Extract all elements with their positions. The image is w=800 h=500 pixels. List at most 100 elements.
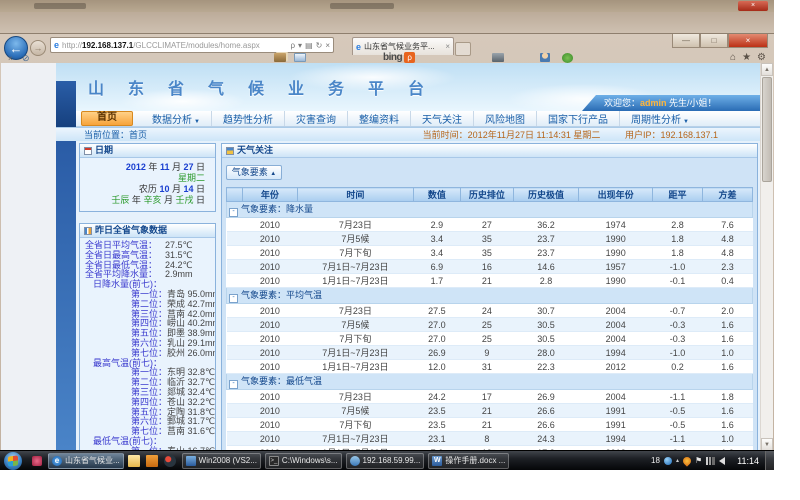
nav-item-8[interactable]: 周期性分析▼ [620,111,700,126]
maximize-button[interactable]: □ [700,34,728,48]
table-row[interactable]: 20107月下旬3.43523.719901.84.8 [227,246,753,260]
win-window-icon [186,456,196,466]
table-row[interactable]: 20107月23日27.52430.72004-0.72.0 [227,304,753,318]
collapse-icon[interactable]: - [229,208,238,217]
scroll-up-button[interactable]: ▲ [761,63,773,76]
scrollbar-thumb[interactable] [762,77,772,182]
table-row[interactable]: 20107月1日~7月23日6.91614.61957-1.02.3 [227,260,753,274]
table-group-row[interactable]: -气象要素：降水量 [227,202,753,218]
show-hidden-icons[interactable]: ▴ [676,457,679,464]
table-row[interactable]: 20107月1日~7月23日26.9928.01994-1.01.0 [227,346,753,360]
taskbar-clock[interactable]: 11:14 [737,456,759,466]
pinned-orange-app-icon[interactable] [146,455,158,467]
weather-body: 全省日平均气温：27.5℃全省日最高气温：31.5℃全省日最低气温：24.2℃全… [80,238,215,451]
table-row[interactable]: 20107月23日2.92736.219742.87.6 [227,218,753,232]
username: admin [640,98,667,108]
calendar-icon [84,147,92,155]
wallet-icon[interactable] [274,53,286,62]
pinned-app-icon[interactable] [32,456,42,466]
autocomplete-dropdown-icon[interactable]: ▾ [298,41,302,50]
community-icon[interactable] [562,53,573,63]
nav-item-5[interactable]: 天气关注 [411,111,474,126]
tools-gear-icon[interactable]: ⚙ [757,52,766,63]
tab-close-icon[interactable]: × [445,42,450,51]
network-signal-icon[interactable] [706,457,715,465]
bing-search-icon[interactable]: ρ [404,52,415,63]
col-header: 历史排位 [461,188,514,202]
site-logo-block [56,81,76,127]
nav-item-7[interactable]: 国家下行产品 [537,111,620,126]
security-app-icon[interactable] [681,455,692,466]
filter-caret-icon: ▲ [270,171,276,177]
bing-toolbar[interactable]: bing ρ [383,52,415,63]
background-window-text [34,3,86,9]
background-window-titlebar: × [0,0,774,12]
vertical-scrollbar[interactable]: ▲ ▼ [760,63,773,451]
toolbar-close-icon[interactable]: × [8,54,13,63]
search-icon[interactable]: ρ [290,41,295,50]
home-icon[interactable]: ⌂ [730,52,736,63]
camera-icon[interactable] [492,53,504,62]
table-row[interactable]: 20107月5候23.52126.61991-0.51.6 [227,404,753,418]
nav-item-6[interactable]: 风险地图 [474,111,537,126]
show-desktop-button[interactable] [765,451,774,471]
taskbar-window-button[interactable]: e山东省气候业... [48,453,124,469]
nav-item-3[interactable]: 灾害查询 [285,111,348,126]
calendar-line: 2012 年 11 月 27 日 [84,162,205,173]
background-close-button[interactable]: × [738,1,768,11]
collapse-icon[interactable]: - [229,380,238,389]
refresh-icon[interactable]: ↻ [316,41,323,50]
table-row[interactable]: 20107月下旬27.02530.52004-0.31.6 [227,332,753,346]
table-row[interactable]: 20107月下旬23.52126.61991-0.51.6 [227,418,753,432]
minimize-button[interactable]: — [672,34,700,48]
taskbar-window-button[interactable]: Win2008 (VS2... [182,453,261,469]
forward-button[interactable]: → [30,40,46,56]
mail-icon[interactable] [294,53,306,62]
table-row[interactable]: 20107月5候27.02530.52004-0.31.6 [227,318,753,332]
element-filter-button[interactable]: 气象要素 ▲ [226,165,282,180]
calendar-line: 壬辰 年 辛亥 月 壬戌 日 [84,195,205,206]
panel-title: 天气关注 [237,144,273,157]
nav-item-1[interactable]: 数据分析▼ [141,111,212,126]
explorer-icon[interactable] [128,455,140,467]
table-row[interactable]: 20101月1日~7月23日12.03122.320120.21.6 [227,360,753,374]
word-window-icon: W [432,456,442,466]
table-row[interactable]: 20107月23日24.21726.92004-1.11.8 [227,390,753,404]
stop-icon[interactable]: × [325,41,330,50]
table-group-row[interactable]: -气象要素：最低气温 [227,374,753,390]
current-time: 当前时间：2012年11月27日 11:14:31 星期二 [423,130,601,140]
col-header: 距平 [653,188,703,202]
network-globe-icon[interactable] [664,457,672,465]
calendar-body: 2012 年 11 月 27 日星期二农历 10 月 14 日壬辰 年 辛亥 月… [80,158,215,211]
taskbar-window-button[interactable]: >_C:\Windows\s... [265,453,342,469]
new-tab-button[interactable] [455,42,471,56]
page-title: 山东省气候业务平台 [88,75,448,99]
volume-icon[interactable] [719,457,725,465]
nav-item-4[interactable]: 整编资料 [348,111,411,126]
favorites-star-icon[interactable]: ★ [742,52,751,63]
table-group-row[interactable]: -气象要素：平均气温 [227,288,753,304]
nav-item-0[interactable]: 首页 [81,111,133,126]
url-text[interactable]: http://192.168.137.1/GLCCLIMATE/modules/… [62,41,290,50]
nav-item-2[interactable]: 趋势性分析 [212,111,285,126]
collapse-icon[interactable]: - [229,294,238,303]
close-button[interactable]: × [728,34,768,48]
profile-icon[interactable] [540,53,550,62]
action-center-flag-icon[interactable]: ⚑ [695,456,702,465]
table-row[interactable]: 20107月1日~7月23日23.1824.31994-1.11.0 [227,432,753,446]
start-button[interactable] [4,452,22,470]
table-header-row: 年份时间数值历史排位历史极值出现年份距平方差 [227,188,753,202]
table-row[interactable]: 20107月5候3.43523.719901.84.8 [227,232,753,246]
breadcrumb-bar: 当前位置：首页 当前时间：2012年11月27日 11:14:31 星期二 用户… [56,127,760,141]
table-row[interactable]: 20101月1日~7月23日1.7212.81990-0.10.4 [227,274,753,288]
sidebar: 日期 2012 年 11 月 27 日星期二农历 10 月 14 日壬辰 年 辛… [79,143,216,451]
media-player-icon[interactable] [164,455,176,467]
address-bar[interactable]: e http://192.168.137.1/GLCCLIMATE/module… [50,37,334,53]
taskbar-window-button[interactable]: W操作手册.docx ... [428,453,509,469]
calendar-panel-title: 日期 [95,144,113,157]
taskbar-window-button[interactable]: 192.168.59.99... [346,453,425,469]
compatibility-view-icon[interactable]: ▤ [305,41,313,50]
panel-icon [226,147,234,155]
left-decorative-strip [56,141,76,451]
weather-panel-title: 昨日全省气象数据 [95,224,167,237]
